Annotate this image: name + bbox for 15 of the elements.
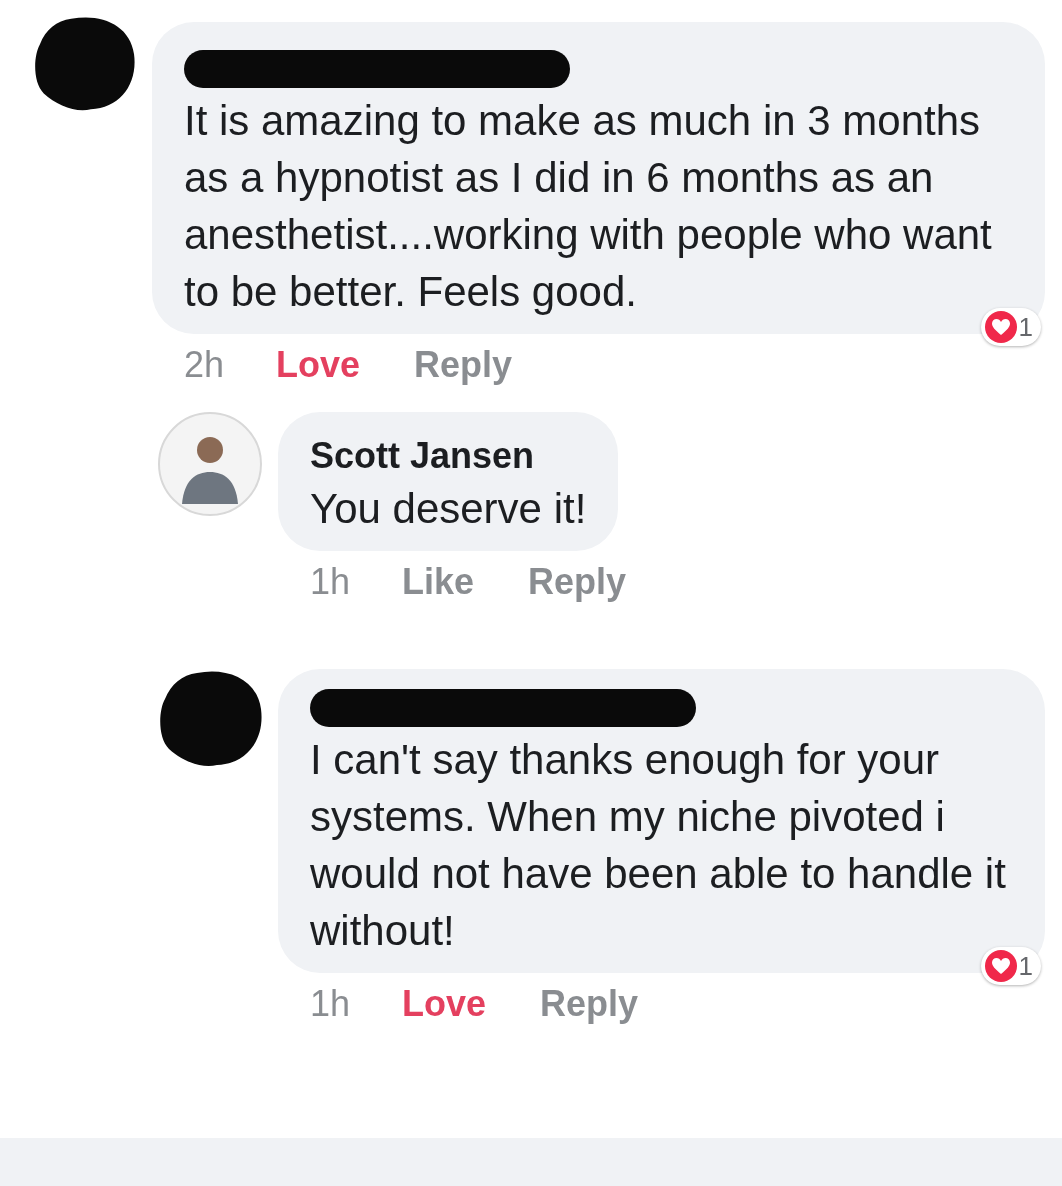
comment-text: You deserve it! xyxy=(310,484,587,534)
reaction-badge[interactable]: 1 xyxy=(980,308,1041,346)
reaction-link[interactable]: Love xyxy=(402,977,487,1031)
reply-link[interactable]: Reply xyxy=(414,338,513,392)
reaction-count: 1 xyxy=(1018,953,1033,979)
reaction-badge[interactable]: 1 xyxy=(980,947,1041,985)
timestamp: 2h xyxy=(184,343,225,387)
reply-link[interactable]: Reply xyxy=(540,977,639,1031)
reply-link[interactable]: Reply xyxy=(528,555,627,609)
timestamp: 1h xyxy=(310,560,351,604)
reaction-link[interactable]: Love xyxy=(276,338,361,392)
reaction-count: 1 xyxy=(1018,314,1033,340)
timestamp: 1h xyxy=(310,982,351,1026)
author-name[interactable]: Scott Jansen xyxy=(310,432,587,480)
reaction-link[interactable]: Like xyxy=(402,555,475,609)
